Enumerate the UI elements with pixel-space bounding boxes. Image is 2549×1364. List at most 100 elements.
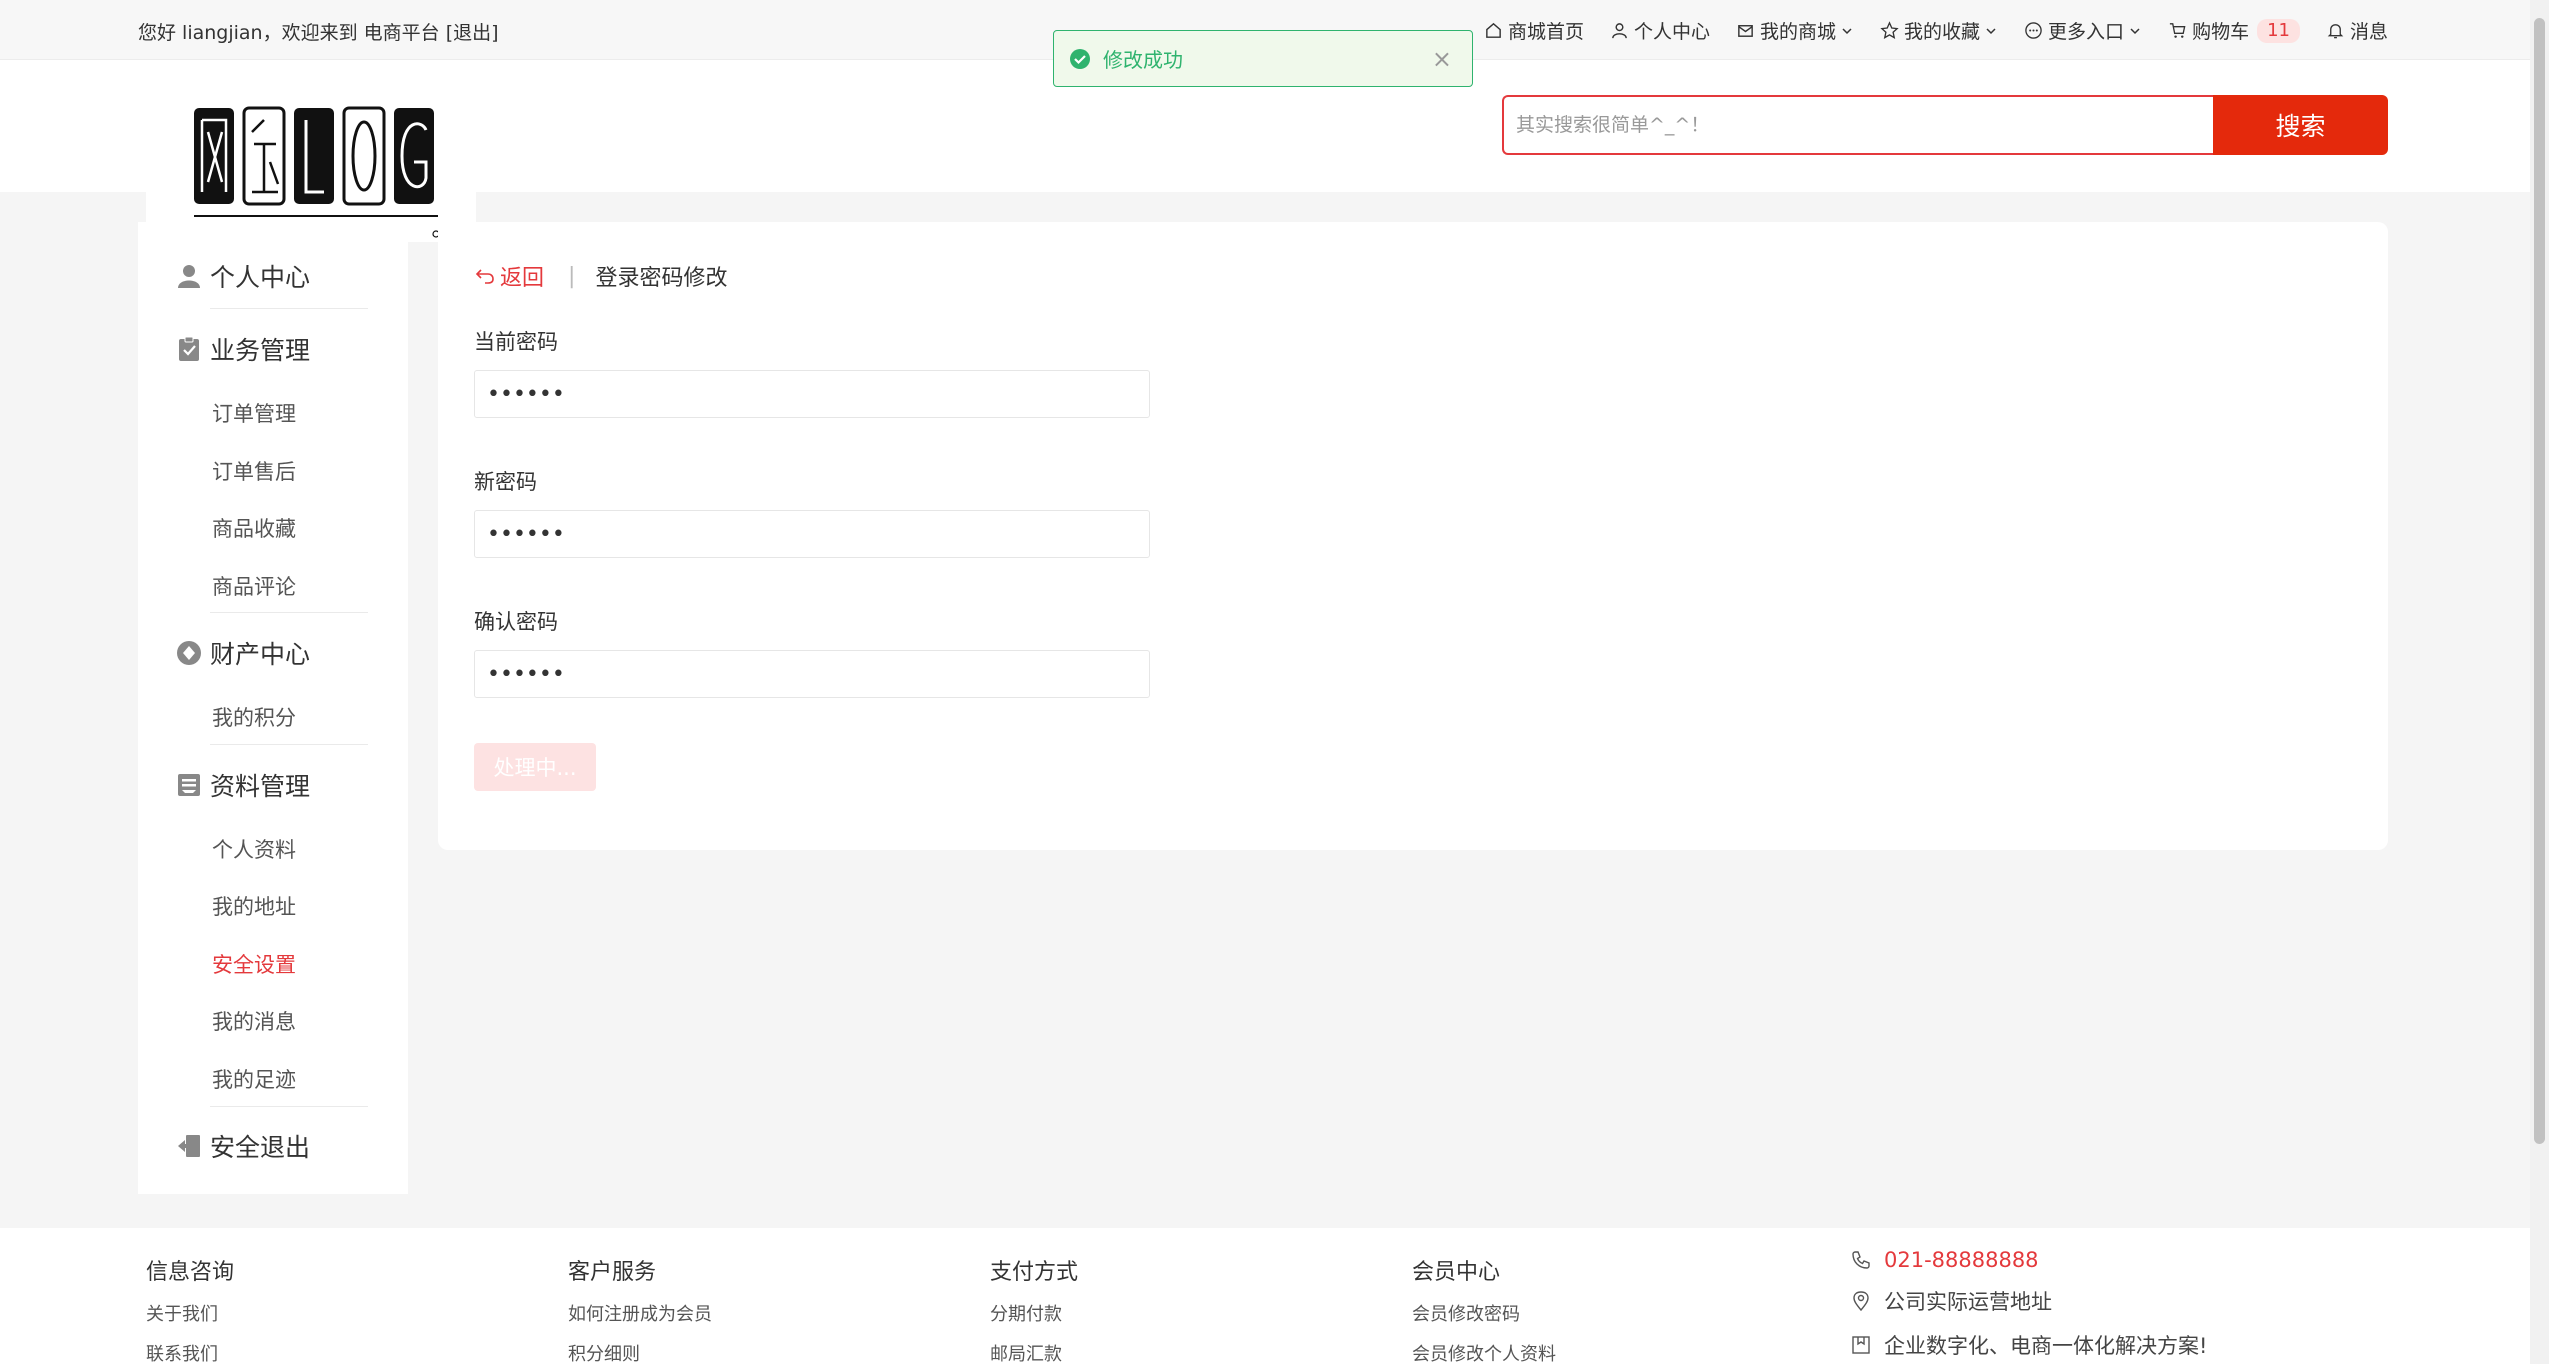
sidebar-group-business[interactable]: 业务管理 (176, 329, 376, 369)
contact-address-text: 公司实际运营地址 (1884, 1290, 2052, 1314)
sidebar-group-title: 安全退出 (210, 1133, 311, 1162)
sidebar-group-assets[interactable]: 财产中心 (176, 633, 376, 673)
footer-column-title: 客户服务 (568, 1260, 657, 1285)
footer-link[interactable]: 邮局汇款 (990, 1340, 1078, 1364)
sidebar-item-after-sales[interactable]: 订单售后 (212, 456, 296, 486)
nav-my-mall-label: 我的商城 (1760, 21, 1837, 43)
bookmark-icon (1852, 1336, 1870, 1354)
chevron-down-icon (1986, 27, 1996, 34)
search-input[interactable] (1502, 95, 2213, 155)
user-icon (178, 265, 200, 288)
site-logo[interactable] (146, 92, 476, 242)
nav-home[interactable]: 商城首页 (1484, 17, 1584, 44)
logout-icon (178, 1135, 200, 1157)
sidebar-group-profile[interactable]: 资料管理 (176, 765, 376, 805)
footer-column-service: 客户服务 如何注册成为会员 积分细则 (568, 1254, 712, 1364)
sidebar-group-title: 个人中心 (210, 263, 311, 292)
sidebar-group-logout[interactable]: 安全退出 (176, 1126, 376, 1166)
contact-slogan-text: 企业数字化、电商一体化解决方案! (1884, 1334, 2208, 1358)
footer-column-title: 会员中心 (1412, 1260, 1501, 1285)
toast-message: 修改成功 (1103, 48, 1183, 72)
footer-column-title: 信息咨询 (146, 1260, 235, 1285)
confirm-password-input[interactable] (474, 650, 1150, 698)
breadcrumb: 返回 | 登录密码修改 (474, 260, 727, 292)
scrollbar-thumb[interactable] (2534, 18, 2545, 1144)
sidebar-item-footprints[interactable]: 我的足迹 (212, 1064, 296, 1094)
sidebar-item-personal-info[interactable]: 个人资料 (212, 834, 296, 864)
sidebar: 个人中心 业务管理 订单管理 订单售后 商品收藏 商品评论 财产中心 我的积分 … (138, 222, 408, 1194)
sidebar-group-title: 资料管理 (210, 772, 311, 801)
footer-link[interactable]: 分期付款 (990, 1300, 1078, 1326)
search-bar: 搜索 (1502, 95, 2388, 155)
top-nav: 商城首页 个人中心 我的商城 我的收藏 更多入口 购物车 11 消息 (1458, 17, 2388, 44)
page-scrollbar[interactable] (2530, 0, 2549, 1364)
clipboard-check-icon (179, 336, 199, 361)
back-label: 返回 (500, 266, 545, 291)
nav-user-center[interactable]: 个人中心 (1610, 17, 1710, 44)
logo-graphic (194, 106, 440, 238)
password-change-panel: 返回 | 登录密码修改 当前密码 新密码 确认密码 处理中... (438, 222, 2388, 850)
cart-count-badge: 11 (2257, 18, 2300, 43)
bell-icon (2327, 24, 2344, 39)
mail-icon (1738, 25, 1753, 37)
footer-link[interactable]: 会员修改密码 (1412, 1300, 1556, 1326)
sidebar-item-security[interactable]: 安全设置 (212, 949, 296, 979)
return-arrow-icon (475, 269, 494, 284)
footer-link[interactable]: 积分细则 (568, 1340, 712, 1364)
sidebar-item-messages[interactable]: 我的消息 (212, 1006, 296, 1036)
sidebar-item-points[interactable]: 我的积分 (212, 702, 296, 732)
more-icon (2025, 22, 2042, 39)
footer-link[interactable]: 关于我们 (146, 1300, 234, 1326)
star-icon (1880, 21, 1899, 39)
contact-slogan: 企业数字化、电商一体化解决方案! (1850, 1330, 2207, 1360)
new-password-label: 新密码 (474, 470, 537, 494)
page-title: 登录密码修改 (595, 266, 728, 291)
close-icon[interactable]: × (1432, 45, 1452, 73)
contact-phone: 021-88888888 (1850, 1248, 2207, 1272)
success-toast: 修改成功 × (1053, 30, 1473, 87)
submit-button[interactable]: 处理中... (474, 743, 596, 791)
breadcrumb-separator: | (568, 263, 576, 289)
user-icon (1612, 23, 1627, 39)
check-circle-icon (1070, 48, 1090, 69)
sidebar-item-product-reviews[interactable]: 商品评论 (212, 571, 296, 601)
divider (210, 744, 368, 745)
footer-link[interactable]: 联系我们 (146, 1340, 234, 1364)
footer-link[interactable]: 如何注册成为会员 (568, 1300, 712, 1326)
nav-user-center-label: 个人中心 (1634, 21, 1711, 43)
sidebar-item-product-favorites[interactable]: 商品收藏 (212, 513, 296, 543)
divider (210, 612, 368, 613)
divider (210, 308, 368, 309)
sidebar-item-orders[interactable]: 订单管理 (212, 398, 296, 428)
footer-column-info: 信息咨询 关于我们 联系我们 (146, 1254, 234, 1364)
nav-more[interactable]: 更多入口 (2024, 17, 2142, 44)
sidebar-group-user-center[interactable]: 个人中心 (176, 256, 376, 296)
profile-card-icon (178, 774, 200, 796)
confirm-password-label: 确认密码 (474, 610, 558, 634)
footer-column-member: 会员中心 会员修改密码 会员修改个人资料 (1412, 1254, 1556, 1364)
back-link[interactable]: 返回 (474, 260, 544, 292)
chevron-down-icon (1842, 27, 1852, 34)
divider (210, 1106, 368, 1107)
current-password-input[interactable] (474, 370, 1150, 418)
sidebar-item-addresses[interactable]: 我的地址 (212, 891, 296, 921)
footer-column-payment: 支付方式 分期付款 邮局汇款 (990, 1254, 1078, 1364)
welcome-text: 您好 liangjian，欢迎来到 电商平台 [退出] (138, 18, 499, 45)
contact-address: 公司实际运营地址 (1850, 1286, 2207, 1316)
nav-favorites-label: 我的收藏 (1904, 21, 1981, 43)
nav-messages[interactable]: 消息 (2326, 17, 2388, 44)
sidebar-group-title: 业务管理 (210, 336, 311, 365)
nav-more-label: 更多入口 (2048, 21, 2125, 43)
logout-link[interactable]: [退出] (446, 22, 499, 44)
nav-my-mall[interactable]: 我的商城 (1736, 17, 1854, 44)
cart-icon (2169, 23, 2186, 38)
new-password-input[interactable] (474, 510, 1150, 558)
current-password-label: 当前密码 (474, 330, 558, 354)
footer: 信息咨询 关于我们 联系我们 客户服务 如何注册成为会员 积分细则 支付方式 分… (0, 1228, 2530, 1364)
nav-home-label: 商城首页 (1507, 21, 1584, 43)
footer-contact: 021-88888888 公司实际运营地址 企业数字化、电商一体化解决方案! (1850, 1248, 2207, 1364)
nav-favorites[interactable]: 我的收藏 (1880, 17, 1998, 44)
search-button[interactable]: 搜索 (2213, 95, 2388, 155)
footer-link[interactable]: 会员修改个人资料 (1412, 1340, 1556, 1364)
nav-cart[interactable]: 购物车 11 (2168, 17, 2300, 44)
